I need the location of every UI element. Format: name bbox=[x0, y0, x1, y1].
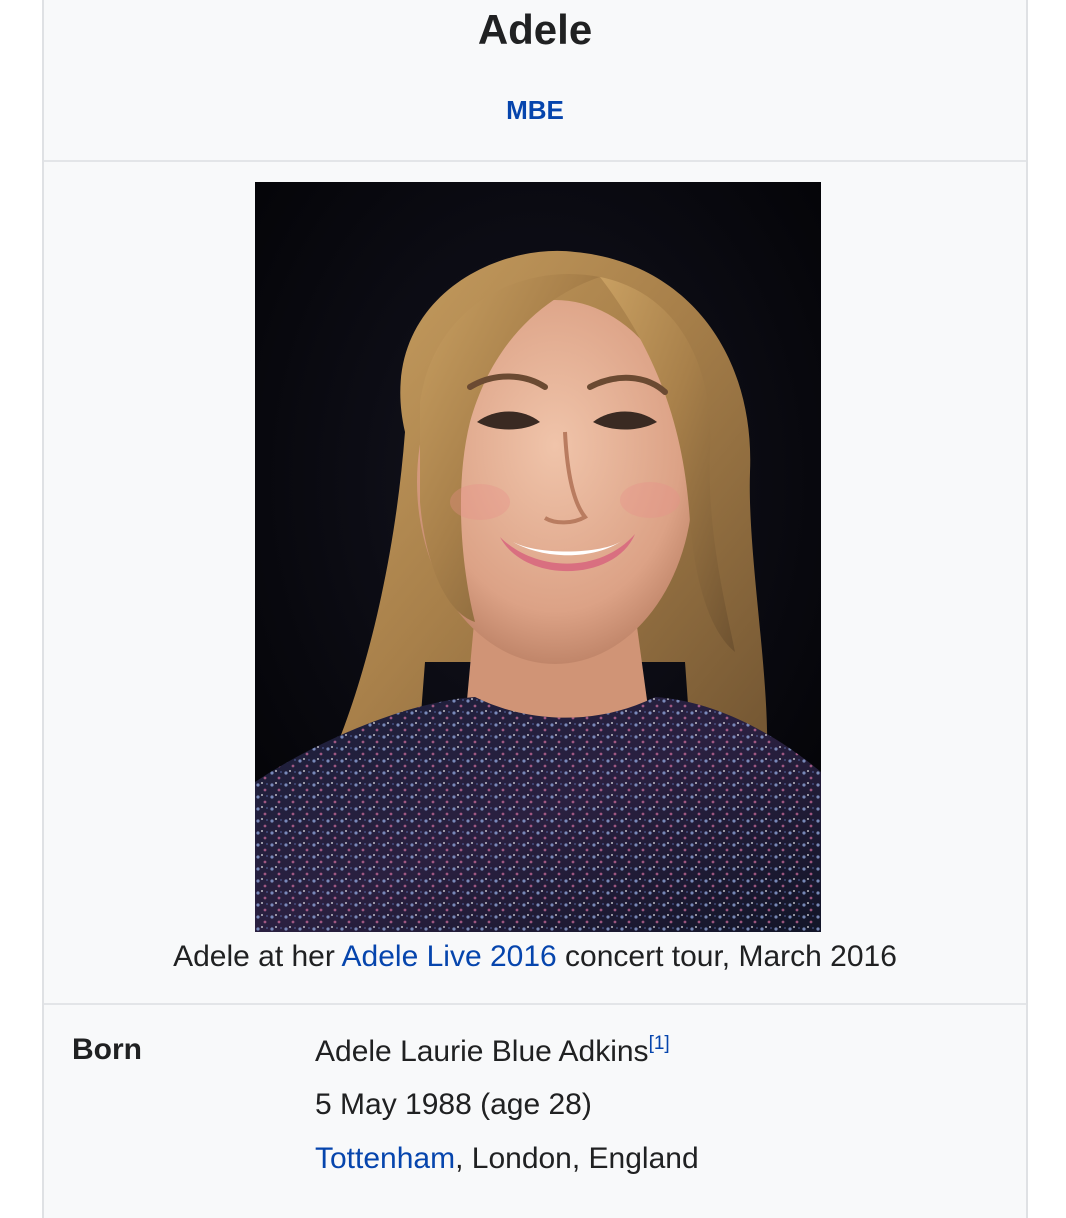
honorific-link[interactable]: MBE bbox=[44, 95, 1026, 126]
birth-place: Tottenham, London, England bbox=[315, 1142, 699, 1176]
birth-date: 5 May 1988 (age 28) bbox=[315, 1088, 592, 1121]
caption-tour-link[interactable]: Adele Live 2016 bbox=[342, 940, 557, 973]
caption-suffix: concert tour, March 2016 bbox=[556, 940, 897, 973]
birthplace-rest: , London, England bbox=[455, 1142, 699, 1175]
birthplace-link[interactable]: Tottenham bbox=[315, 1142, 455, 1175]
portrait-photo[interactable] bbox=[255, 182, 821, 932]
image-caption: Adele at her Adele Live 2016 concert tou… bbox=[44, 940, 1026, 974]
caption-prefix: Adele at her bbox=[173, 940, 342, 973]
cheek-left bbox=[450, 484, 510, 520]
born-name: Adele Laurie Blue Adkins[1] bbox=[315, 1033, 670, 1069]
infobox: Adele MBE Adele at her Adele Live 2016 c… bbox=[42, 0, 1028, 1218]
birth-name: Adele Laurie Blue Adkins bbox=[315, 1035, 649, 1068]
infobox-title: Adele bbox=[477, 6, 593, 53]
reference-link[interactable]: [1] bbox=[649, 1033, 670, 1054]
divider bbox=[44, 160, 1026, 162]
born-label: Born bbox=[72, 1033, 142, 1066]
cheek-right bbox=[620, 482, 680, 518]
divider bbox=[44, 1003, 1026, 1005]
